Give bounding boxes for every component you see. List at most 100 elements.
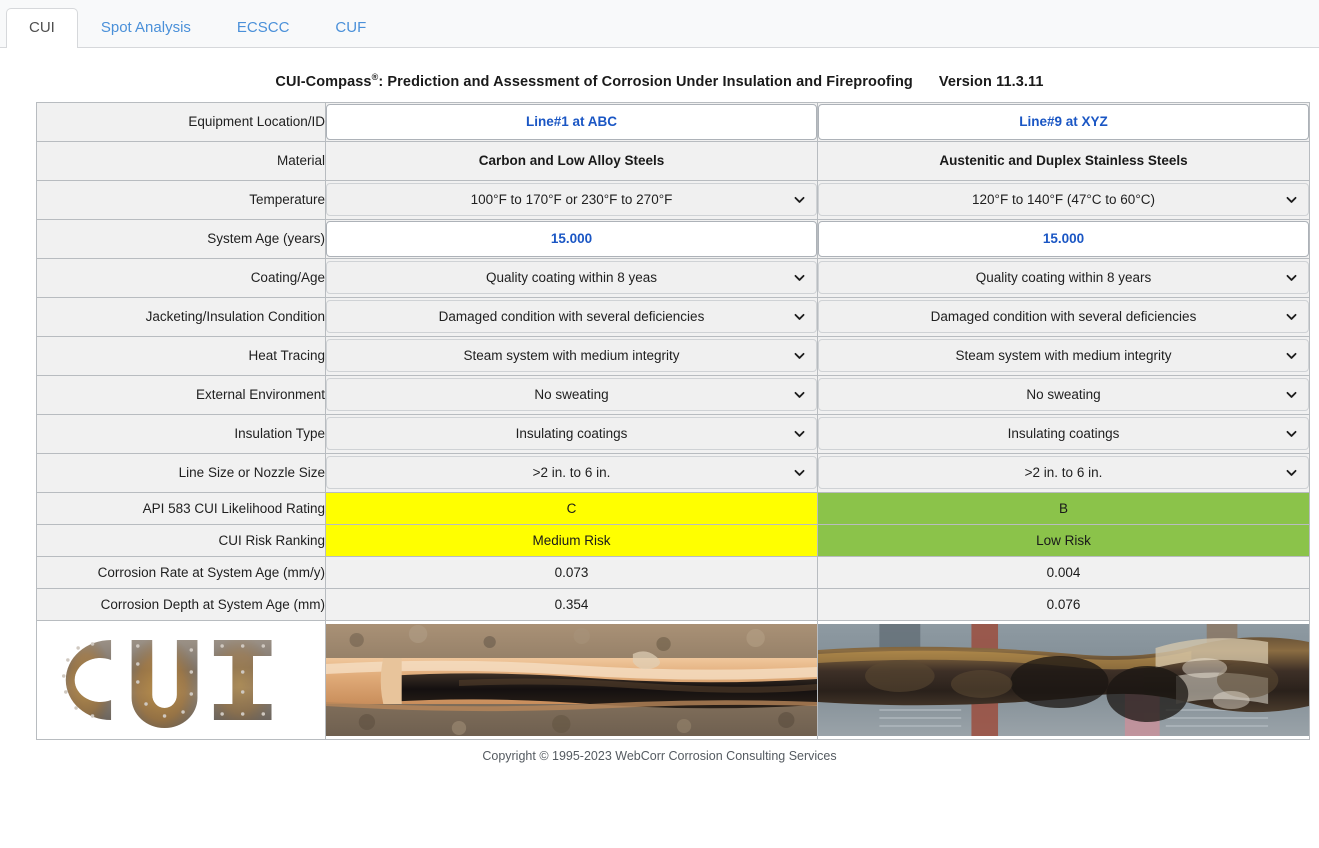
tab-spot-analysis[interactable]: Spot Analysis xyxy=(78,8,214,49)
external-environment-select-col1[interactable]: No sweating xyxy=(326,378,817,412)
cell-col1: Damaged condition with several deficienc… xyxy=(325,296,818,337)
table-row: Jacketing/Insulation Condition Damaged c… xyxy=(36,296,1310,337)
page-title: CUI-Compass®: Prediction and Assessment … xyxy=(0,72,1319,90)
chevron-down-icon xyxy=(1285,379,1298,410)
corrosion-depth-col2: 0.076 xyxy=(817,587,1310,621)
chevron-down-icon xyxy=(793,301,806,332)
likelihood-rating-col2: B xyxy=(817,491,1310,525)
select-value: >2 in. to 6 in. xyxy=(1024,465,1103,481)
insulation-type-select-col1[interactable]: Insulating coatings xyxy=(326,417,817,451)
version-label: Version 11.3.11 xyxy=(938,73,1044,90)
cell-col2: 15.000 xyxy=(817,218,1310,259)
select-value: >2 in. to 6 in. xyxy=(532,465,611,481)
row-label: Line Size or Nozzle Size xyxy=(36,452,326,493)
table-row: External Environment No sweating No swea… xyxy=(36,374,1310,415)
row-label: External Environment xyxy=(36,374,326,415)
material-value-col1: Carbon and Low Alloy Steels xyxy=(478,152,665,168)
page-title-product: CUI-Compass xyxy=(275,73,372,90)
coating-age-select-col1[interactable]: Quality coating within 8 yeas xyxy=(326,261,817,295)
chevron-down-icon xyxy=(1285,340,1298,371)
tab-label: ECSCC xyxy=(236,18,290,36)
row-label: Coating/Age xyxy=(36,257,326,298)
coating-age-select-col2[interactable]: Quality coating within 8 years xyxy=(818,261,1309,295)
table-row: Line Size or Nozzle Size >2 in. to 6 in.… xyxy=(36,452,1310,493)
heat-tracing-select-col2[interactable]: Steam system with medium integrity xyxy=(818,339,1309,373)
table-row: Corrosion Rate at System Age (mm/y) 0.07… xyxy=(36,555,1310,589)
insulation-type-select-col2[interactable]: Insulating coatings xyxy=(818,417,1309,451)
cell-col1: Insulating coatings xyxy=(325,413,818,454)
row-label: Temperature xyxy=(36,179,326,220)
risk-ranking-col2: Low Risk xyxy=(817,523,1310,557)
image-cell-corroded-pipe xyxy=(817,619,1310,740)
image-cell-logo xyxy=(36,619,326,740)
equipment-location-input-col2[interactable]: Line#9 at XYZ xyxy=(818,103,1309,140)
cell-col2: Line#9 at XYZ xyxy=(817,101,1310,142)
cell-col2: Austenitic and Duplex Stainless Steels xyxy=(817,140,1310,181)
cell-col1: 100°F to 170°F or 230°F to 270°F xyxy=(325,179,818,220)
table-row: Temperature 100°F to 170°F or 230°F to 2… xyxy=(36,179,1310,220)
likelihood-rating-col1: C xyxy=(325,491,818,525)
select-value: Steam system with medium integrity xyxy=(955,348,1172,364)
cell-col1: Line#1 at ABC xyxy=(325,101,818,142)
cell-col2: Quality coating within 8 years xyxy=(817,257,1310,298)
corroded-pipe-under-insulation-image xyxy=(326,623,817,736)
chevron-down-icon xyxy=(1285,262,1298,293)
temperature-select-col1[interactable]: 100°F to 170°F or 230°F to 270°F xyxy=(326,183,817,217)
row-label: CUI Risk Ranking xyxy=(36,523,326,557)
corrosion-rate-col2: 0.004 xyxy=(817,555,1310,589)
table-row: CUI Risk Ranking Medium Risk Low Risk xyxy=(36,523,1310,557)
cell-col2: Insulating coatings xyxy=(817,413,1310,454)
jacketing-condition-select-col2[interactable]: Damaged condition with several deficienc… xyxy=(818,300,1309,334)
table-row: Coating/Age Quality coating within 8 yea… xyxy=(36,257,1310,298)
tab-label: Spot Analysis xyxy=(100,18,191,36)
heavily-corroded-pipe-image xyxy=(818,623,1309,736)
risk-ranking-col1: Medium Risk xyxy=(325,523,818,557)
external-environment-select-col2[interactable]: No sweating xyxy=(818,378,1309,412)
table-row-images xyxy=(36,619,1310,740)
cell-col2: Damaged condition with several deficienc… xyxy=(817,296,1310,337)
cell-col1: Steam system with medium integrity xyxy=(325,335,818,376)
chevron-down-icon xyxy=(1285,418,1298,449)
cui-logo-image xyxy=(37,623,325,736)
line-size-select-col1[interactable]: >2 in. to 6 in. xyxy=(326,456,817,490)
heat-tracing-select-col1[interactable]: Steam system with medium integrity xyxy=(326,339,817,373)
select-value: 120°F to 140°F (47°C to 60°C) xyxy=(972,192,1155,208)
tab-bar: CUI Spot Analysis ECSCC CUF xyxy=(0,0,1319,48)
image-cell-pipe-insulation xyxy=(325,619,818,740)
row-label: Jacketing/Insulation Condition xyxy=(36,296,326,337)
table-row: System Age (years) 15.000 15.000 xyxy=(36,218,1310,259)
select-value: Damaged condition with several deficienc… xyxy=(930,309,1197,325)
temperature-select-col2[interactable]: 120°F to 140°F (47°C to 60°C) xyxy=(818,183,1309,217)
cell-col2: Steam system with medium integrity xyxy=(817,335,1310,376)
row-label: API 583 CUI Likelihood Rating xyxy=(36,491,326,525)
table-row: API 583 CUI Likelihood Rating C B xyxy=(36,491,1310,525)
corrosion-depth-col1: 0.354 xyxy=(325,587,818,621)
select-value: No sweating xyxy=(534,387,609,403)
cell-col1: Quality coating within 8 yeas xyxy=(325,257,818,298)
equipment-location-input-col1[interactable]: Line#1 at ABC xyxy=(326,103,817,140)
tab-cuf[interactable]: CUF xyxy=(312,8,389,49)
tab-ecscc[interactable]: ECSCC xyxy=(214,8,313,49)
row-label: Equipment Location/ID xyxy=(36,101,326,142)
system-age-input-col2[interactable]: 15.000 xyxy=(818,220,1309,257)
chevron-down-icon xyxy=(1285,184,1298,215)
cell-col1: 15.000 xyxy=(325,218,818,259)
system-age-input-col1[interactable]: 15.000 xyxy=(326,220,817,257)
table-row: Heat Tracing Steam system with medium in… xyxy=(36,335,1310,376)
jacketing-condition-select-col1[interactable]: Damaged condition with several deficienc… xyxy=(326,300,817,334)
line-size-select-col2[interactable]: >2 in. to 6 in. xyxy=(818,456,1309,490)
select-value: Insulating coatings xyxy=(1007,426,1120,442)
chevron-down-icon xyxy=(793,418,806,449)
select-value: Quality coating within 8 years xyxy=(975,270,1152,286)
select-value: Quality coating within 8 yeas xyxy=(485,270,658,286)
select-value: 100°F to 170°F or 230°F to 270°F xyxy=(470,192,673,208)
comparison-table-wrapper: Equipment Location/ID Line#1 at ABC Line… xyxy=(0,101,1319,740)
table-row: Corrosion Depth at System Age (mm) 0.354… xyxy=(36,587,1310,621)
cui-comparison-table: Equipment Location/ID Line#1 at ABC Line… xyxy=(36,101,1310,740)
cell-col2: No sweating xyxy=(817,374,1310,415)
chevron-down-icon xyxy=(793,262,806,293)
tab-cui[interactable]: CUI xyxy=(6,7,78,48)
material-value-col2: Austenitic and Duplex Stainless Steels xyxy=(939,152,1188,168)
chevron-down-icon xyxy=(793,184,806,215)
row-label: System Age (years) xyxy=(36,218,326,259)
